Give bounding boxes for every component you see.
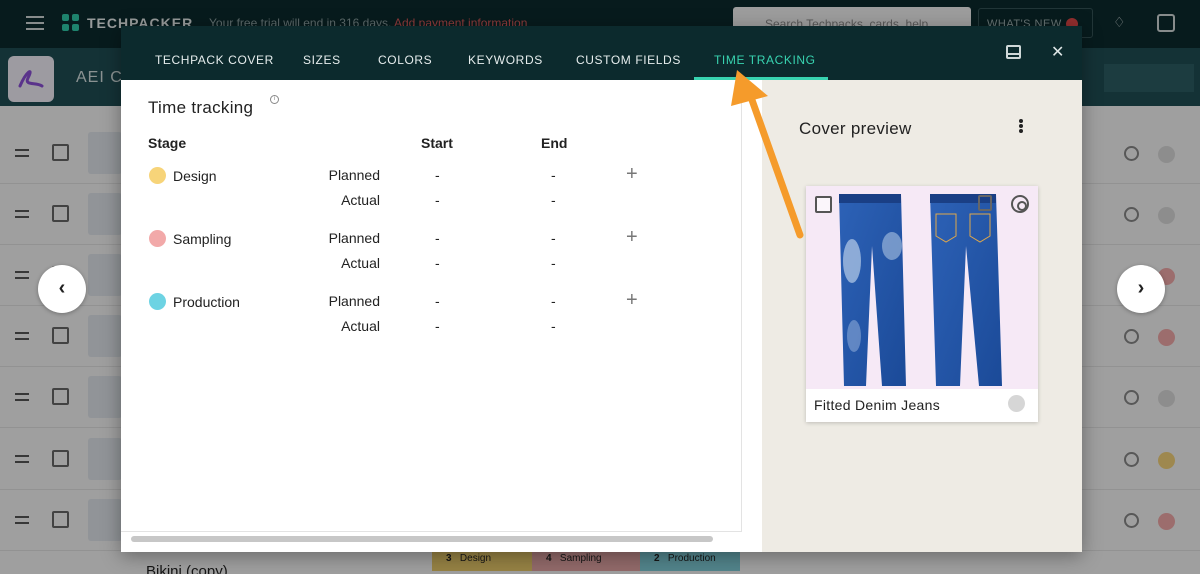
previous-button[interactable]: ‹	[38, 265, 86, 313]
tab-keywords[interactable]: KEYWORDS	[468, 26, 543, 80]
card-title: Fitted Denim Jeans	[814, 397, 941, 413]
production-color-dot	[149, 293, 166, 310]
actual-start-value[interactable]: -	[435, 192, 440, 208]
tab-techpack-cover[interactable]: TECHPACK COVER	[155, 26, 274, 80]
horizontal-scrollbar[interactable]	[131, 536, 713, 542]
cover-preview-panel: Cover preview Fitted Denim Jeans	[762, 80, 1082, 552]
panel-divider	[741, 80, 742, 532]
column-header-start: Start	[421, 135, 453, 151]
stage-row-sampling: Sampling Planned - - + Actual - -	[121, 226, 721, 279]
stage-name: Design	[173, 168, 217, 184]
tab-time-tracking[interactable]: TIME TRACKING	[714, 26, 816, 80]
sampling-color-dot	[149, 230, 166, 247]
card-checkbox[interactable]	[815, 196, 832, 213]
actual-label: Actual	[341, 192, 380, 208]
column-header-stage: Stage	[148, 135, 187, 151]
planned-label: Planned	[328, 230, 380, 246]
planned-label: Planned	[328, 167, 380, 183]
design-color-dot	[149, 167, 166, 184]
next-button[interactable]: ›	[1117, 265, 1165, 313]
chevron-left-icon: ‹	[58, 277, 66, 299]
actual-start-value[interactable]: -	[435, 318, 440, 334]
gear-icon[interactable]	[1011, 195, 1029, 213]
planned-end-value[interactable]: -	[551, 230, 556, 246]
chevron-right-icon: ›	[1137, 277, 1145, 299]
planned-start-value[interactable]: -	[435, 167, 440, 183]
panel-divider	[121, 531, 742, 532]
actual-end-value[interactable]: -	[551, 255, 556, 271]
stage-row-design: Design Planned - - + Actual - -	[121, 163, 721, 216]
cover-preview-title: Cover preview	[799, 119, 912, 138]
planned-end-value[interactable]: -	[551, 167, 556, 183]
add-date-plus-icon[interactable]: +	[626, 289, 638, 312]
tab-custom-fields[interactable]: CUSTOM FIELDS	[576, 26, 681, 80]
status-dot	[1008, 395, 1025, 412]
close-icon[interactable]: ✕	[1051, 42, 1064, 62]
add-date-plus-icon[interactable]: +	[626, 226, 638, 249]
actual-label: Actual	[341, 255, 380, 271]
actual-label: Actual	[341, 318, 380, 334]
modal-tab-bar: TECHPACK COVER SIZES COLORS KEYWORDS CUS…	[121, 26, 1082, 80]
cover-card[interactable]: Fitted Denim Jeans	[806, 186, 1038, 422]
actual-start-value[interactable]: -	[435, 255, 440, 271]
stage-name: Production	[173, 294, 240, 310]
actual-end-value[interactable]: -	[551, 192, 556, 208]
tab-colors[interactable]: COLORS	[378, 26, 432, 80]
document-icon[interactable]	[978, 195, 992, 211]
tab-sizes[interactable]: SIZES	[303, 26, 341, 80]
actual-end-value[interactable]: -	[551, 318, 556, 334]
column-header-end: End	[541, 135, 568, 151]
planned-start-value[interactable]: -	[435, 293, 440, 309]
planned-label: Planned	[328, 293, 380, 309]
planned-start-value[interactable]: -	[435, 230, 440, 246]
info-icon[interactable]: i	[270, 95, 279, 104]
more-options-icon[interactable]	[1019, 119, 1023, 133]
planned-end-value[interactable]: -	[551, 293, 556, 309]
stage-name: Sampling	[173, 231, 232, 247]
stage-row-production: Production Planned - - + Actual - -	[121, 289, 721, 342]
add-date-plus-icon[interactable]: +	[626, 163, 638, 186]
section-title: Time tracking	[148, 98, 254, 117]
panel-layout-icon[interactable]	[1006, 45, 1021, 59]
jeans-illustration-icon	[839, 194, 1002, 386]
jeans-image	[806, 186, 1038, 389]
techpack-settings-modal: TECHPACK COVER SIZES COLORS KEYWORDS CUS…	[121, 26, 1082, 552]
